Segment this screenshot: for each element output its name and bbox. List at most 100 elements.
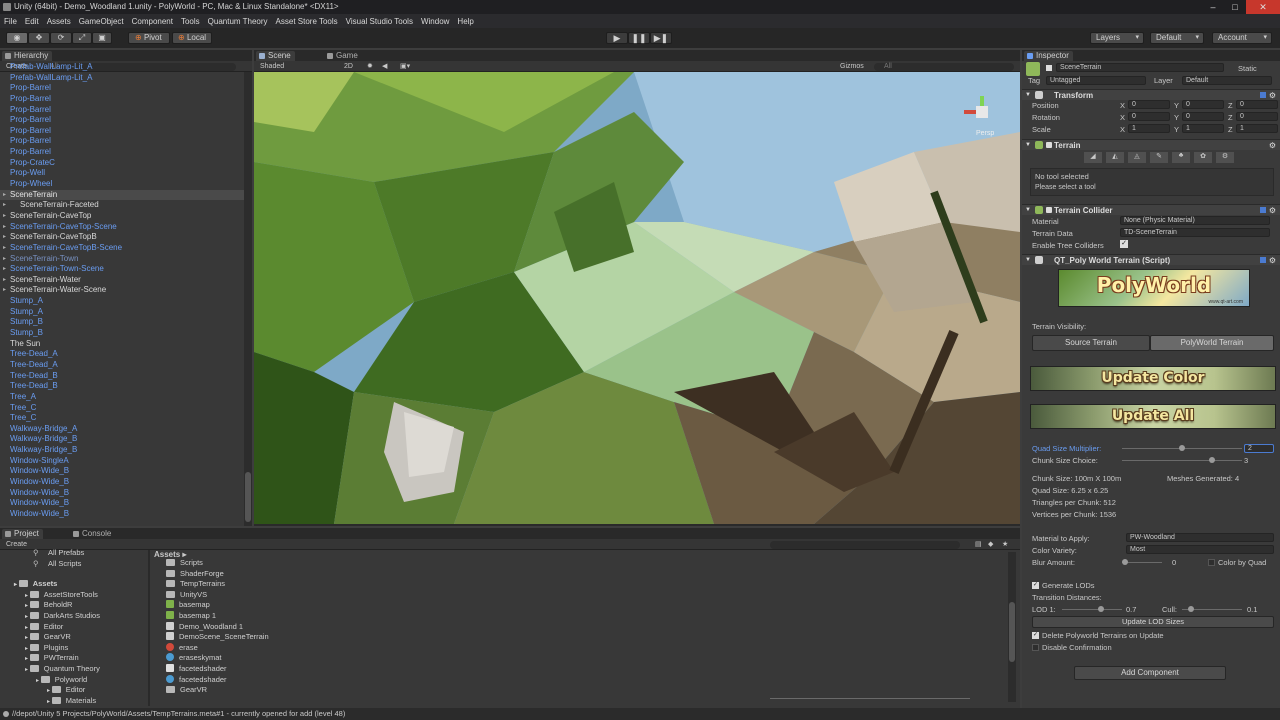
- asset-item[interactable]: ShaderForge: [166, 569, 766, 580]
- transform-y-field[interactable]: 0: [1182, 100, 1224, 109]
- expand-arrow-icon[interactable]: ▸: [36, 678, 41, 684]
- hierarchy-item[interactable]: Prop-Wheel: [0, 179, 244, 190]
- gear-icon[interactable]: ⚙: [1269, 255, 1276, 266]
- layout-dropdown[interactable]: Default: [1150, 32, 1204, 44]
- chunk-size-slider[interactable]: [1122, 460, 1242, 461]
- expand-arrow-icon[interactable]: ▸: [3, 264, 6, 275]
- delete-terrains-checkbox[interactable]: ✓: [1032, 632, 1039, 639]
- terrain-collider-header[interactable]: ▼ Terrain Collider ⚙: [1022, 204, 1280, 215]
- add-component-button[interactable]: Add Component: [1074, 666, 1226, 680]
- object-name-field[interactable]: SceneTerrain: [1056, 63, 1224, 72]
- tab-scene[interactable]: Scene: [256, 51, 295, 61]
- project-scrollbar[interactable]: [1008, 552, 1016, 702]
- hierarchy-item[interactable]: ▸ SceneTerrain-CaveTop: [0, 211, 244, 222]
- hierarchy-item[interactable]: Window-Wide_B: [0, 498, 244, 509]
- hierarchy-item[interactable]: Tree-Dead_A: [0, 349, 244, 360]
- scene-viewport[interactable]: Persp: [254, 72, 1020, 524]
- generate-lods-checkbox[interactable]: ✓: [1032, 582, 1039, 589]
- chunk-size-slider-knob[interactable]: [1209, 457, 1215, 463]
- paint-height-icon[interactable]: ◭: [1106, 152, 1124, 163]
- tab-game[interactable]: Game: [324, 51, 362, 61]
- hierarchy-item[interactable]: Stump_A: [0, 307, 244, 318]
- gear-icon[interactable]: ⚙: [1269, 205, 1276, 216]
- menu-window[interactable]: Window: [417, 17, 453, 26]
- folder-tree-item[interactable]: ▸ GearVR: [0, 632, 148, 643]
- folder-tree-item[interactable]: ▸ Assets: [0, 579, 148, 590]
- hierarchy-item[interactable]: Walkway-Bridge_B: [0, 445, 244, 456]
- lighting-toggle-icon[interactable]: ✹: [367, 61, 373, 72]
- shading-mode-dropdown[interactable]: Shaded: [260, 61, 284, 72]
- source-terrain-button[interactable]: Source Terrain: [1032, 335, 1150, 351]
- hierarchy-item[interactable]: Prop-Barrel: [0, 94, 244, 105]
- filter-label-icon[interactable]: ◆: [988, 539, 993, 550]
- hierarchy-item[interactable]: Prop-Barrel: [0, 115, 244, 126]
- menu-component[interactable]: Component: [128, 17, 177, 26]
- folder-tree-item[interactable]: ▸ Quantum Theory: [0, 664, 148, 675]
- transform-y-field[interactable]: 1: [1182, 124, 1224, 133]
- layers-dropdown[interactable]: Layers: [1090, 32, 1144, 44]
- asset-item[interactable]: basemap: [166, 600, 766, 611]
- menu-help[interactable]: Help: [453, 17, 477, 26]
- physic-material-field[interactable]: None (Physic Material): [1120, 216, 1270, 225]
- scene-orientation-gizmo[interactable]: Persp: [962, 92, 1002, 137]
- expand-arrow-icon[interactable]: ▸: [25, 646, 30, 652]
- hierarchy-item[interactable]: ▸ SceneTerrain-Town: [0, 254, 244, 265]
- folder-tree-item[interactable]: ▸ Editor: [0, 685, 148, 696]
- color-variety-dropdown[interactable]: Most: [1126, 545, 1274, 554]
- hierarchy-item[interactable]: Prop-Well: [0, 168, 244, 179]
- transform-x-field[interactable]: 0: [1128, 112, 1170, 121]
- move-tool-icon[interactable]: ✥: [28, 32, 50, 44]
- object-active-checkbox[interactable]: [1046, 65, 1052, 71]
- update-all-button[interactable]: Update All: [1030, 404, 1276, 429]
- menu-quantum-theory[interactable]: Quantum Theory: [204, 17, 272, 26]
- transform-z-field[interactable]: 0: [1236, 112, 1278, 121]
- hierarchy-item[interactable]: Window-Wide_B: [0, 509, 244, 520]
- asset-item[interactable]: GearVR: [166, 685, 766, 696]
- hand-tool-eye-icon[interactable]: ◉: [6, 32, 28, 44]
- static-label[interactable]: Static: [1238, 64, 1257, 73]
- expand-arrow-icon[interactable]: ▸: [3, 254, 6, 265]
- filter-type-icon[interactable]: ▤: [975, 539, 982, 550]
- asset-item[interactable]: UnityVS: [166, 590, 766, 601]
- hierarchy-item[interactable]: Prop-Barrel: [0, 105, 244, 116]
- hierarchy-item[interactable]: Stump_B: [0, 317, 244, 328]
- hierarchy-item[interactable]: Walkway-Bridge_B: [0, 434, 244, 445]
- asset-item[interactable]: eraseskymat: [166, 653, 766, 664]
- hierarchy-scrollbar[interactable]: [244, 72, 252, 526]
- hierarchy-scroll-thumb[interactable]: [245, 472, 251, 522]
- transform-x-field[interactable]: 1: [1128, 124, 1170, 133]
- expand-arrow-icon[interactable]: ▸: [3, 232, 6, 243]
- audio-toggle-icon[interactable]: ◀: [382, 61, 387, 72]
- hierarchy-item[interactable]: Window-Wide_B: [0, 488, 244, 499]
- folder-tree-item[interactable]: ▸ Polyworld: [0, 675, 148, 686]
- hierarchy-item[interactable]: Prop-CrateC: [0, 158, 244, 169]
- update-color-button[interactable]: Update Color: [1030, 366, 1276, 391]
- scale-tool-icon[interactable]: ⤢: [72, 32, 92, 44]
- layer-dropdown[interactable]: Default: [1182, 76, 1272, 85]
- asset-item[interactable]: facetedshader: [166, 663, 766, 675]
- quad-size-field[interactable]: 2: [1244, 444, 1274, 453]
- expand-arrow-icon[interactable]: ▸: [25, 625, 30, 631]
- hierarchy-item[interactable]: Prop-Barrel: [0, 147, 244, 158]
- expand-arrow-icon[interactable]: ▸: [3, 275, 6, 286]
- hierarchy-item[interactable]: ▸ SceneTerrain-Faceted: [0, 200, 244, 211]
- lod1-slider[interactable]: [1062, 609, 1122, 610]
- hierarchy-item[interactable]: Prefab-WallLamp-Lit_A: [0, 73, 244, 84]
- transform-y-field[interactable]: 0: [1182, 112, 1224, 121]
- pivot-toggle[interactable]: ⊕ Pivot: [128, 32, 170, 44]
- play-button[interactable]: ▶: [606, 32, 628, 44]
- terrain-enabled-checkbox[interactable]: [1046, 142, 1052, 148]
- hierarchy-item[interactable]: Tree-Dead_B: [0, 371, 244, 382]
- expand-arrow-icon[interactable]: ▸: [3, 222, 6, 233]
- help-book-icon[interactable]: [1260, 92, 1266, 98]
- hierarchy-item[interactable]: ▸ SceneTerrain-CaveTop-Scene: [0, 222, 244, 233]
- expand-arrow-icon[interactable]: ▸: [3, 190, 6, 201]
- menu-gameobject[interactable]: GameObject: [75, 17, 128, 26]
- folder-tree-item[interactable]: ▸ AssetStoreTools: [0, 590, 148, 601]
- transform-x-field[interactable]: 0: [1128, 100, 1170, 109]
- menu-edit[interactable]: Edit: [21, 17, 43, 26]
- cull-slider-knob[interactable]: [1188, 606, 1194, 612]
- asset-item[interactable]: Demo_Woodland 1: [166, 621, 766, 633]
- menu-visual-studio-tools[interactable]: Visual Studio Tools: [342, 17, 417, 26]
- expand-arrow-icon[interactable]: ▸: [14, 582, 19, 588]
